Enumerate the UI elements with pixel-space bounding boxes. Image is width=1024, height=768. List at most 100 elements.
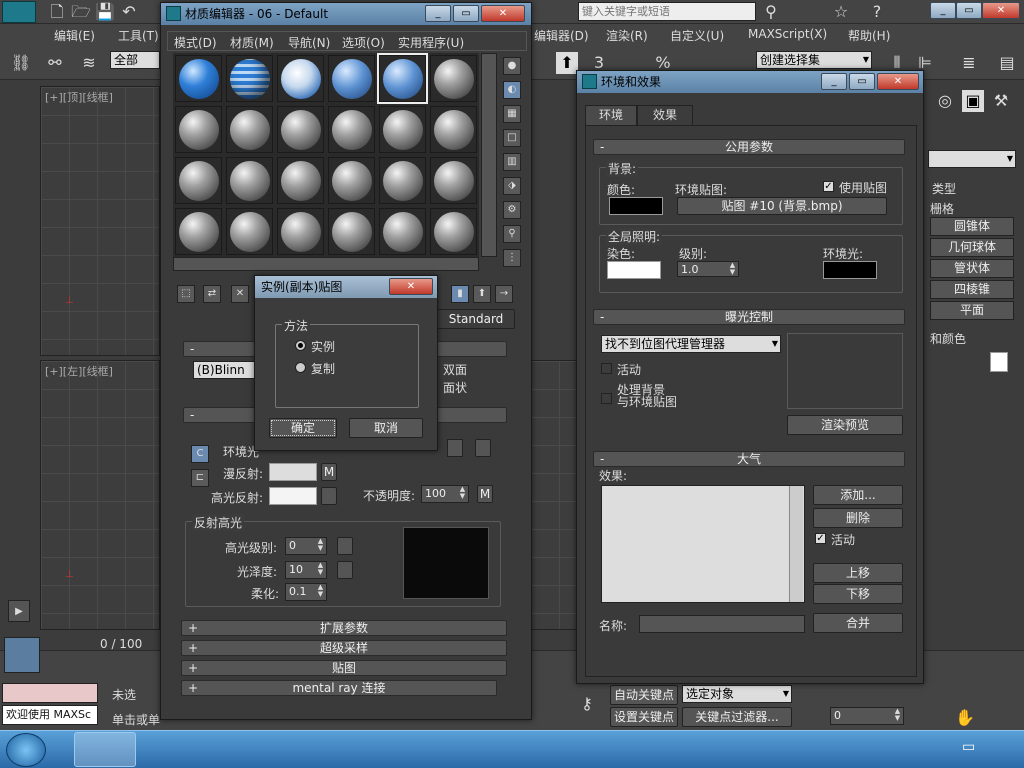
me-menu-navigation[interactable]: 导航(N) [288, 34, 330, 51]
effects-listbox-scrollbar[interactable] [789, 486, 803, 602]
sample-slot[interactable] [430, 106, 477, 153]
sample-slot-active[interactable] [377, 53, 428, 104]
get-material-icon[interactable]: ⬚ [177, 285, 195, 303]
delete-effect-button[interactable]: 删除 [813, 508, 903, 528]
use-map-checkbox[interactable]: ✓ [823, 181, 834, 192]
select-object-icon[interactable]: ⬆ [556, 52, 578, 74]
spec-level-map-button[interactable] [337, 537, 353, 555]
star-icon[interactable]: ☆ [830, 1, 852, 23]
move-up-button[interactable]: 上移 [813, 563, 903, 583]
bind-icon[interactable]: ≋ [78, 52, 100, 74]
sample-slot[interactable] [277, 106, 324, 153]
help-icon[interactable]: ? [866, 1, 888, 23]
merge-button[interactable]: 合并 [813, 613, 903, 633]
select-by-material-icon[interactable]: ⚲ [503, 225, 521, 243]
material-editor-titlebar[interactable]: 材质编辑器 - 06 - Default _ ▭ ✕ [161, 3, 531, 25]
common-params-rollout[interactable]: - 公用参数 [593, 139, 905, 155]
sample-slot[interactable] [277, 55, 324, 102]
maxscript-listener[interactable]: 欢迎使用 MAXSc [2, 705, 98, 725]
env-maximize-button[interactable]: ▭ [849, 73, 875, 90]
menu-customize[interactable]: 自定义(U) [670, 27, 724, 44]
sample-slot[interactable] [277, 157, 324, 204]
sample-slot[interactable] [328, 208, 375, 255]
menu-editors[interactable]: 编辑器(D) [534, 27, 589, 44]
soften-spinner[interactable]: 0.1 ▲ ▼ [285, 583, 327, 601]
effect-name-input[interactable] [639, 615, 805, 633]
add-effect-button[interactable]: 添加... [813, 485, 903, 505]
menu-rendering[interactable]: 渲染(R) [606, 27, 648, 44]
taskbar-3dsmax-icon[interactable] [74, 732, 136, 767]
self-illum-spinner[interactable] [447, 439, 463, 457]
env-minimize-button[interactable]: _ [821, 73, 847, 90]
material-type-button[interactable]: Standard [437, 309, 515, 329]
menu-help[interactable]: 帮助(H) [848, 27, 890, 44]
binoculars-icon[interactable]: ⚲ [760, 1, 782, 23]
hammer-icon[interactable]: ⚒ [990, 90, 1012, 112]
monitor-icon[interactable]: ▣ [962, 90, 984, 112]
sample-slot[interactable] [379, 208, 426, 255]
display-icon[interactable]: ◎ [934, 90, 956, 112]
main-close-button[interactable]: ✕ [982, 2, 1020, 19]
hand-pan-icon[interactable]: ✋ [954, 707, 976, 729]
move-down-button[interactable]: 下移 [813, 584, 903, 604]
lock-ambient-icon[interactable]: C [191, 445, 209, 463]
background-icon[interactable]: ▦ [503, 105, 521, 123]
env-close-button[interactable]: ✕ [877, 73, 919, 90]
video-color-icon[interactable]: ▥ [503, 153, 521, 171]
extended-params-rollout[interactable]: + 扩展参数 [181, 620, 507, 636]
sample-slot[interactable] [226, 106, 273, 153]
env-map-button[interactable]: 贴图 #10 (背景.bmp) [677, 197, 887, 215]
reset-map-icon[interactable]: ✕ [231, 285, 249, 303]
link-icon[interactable]: ⛓ [10, 52, 32, 74]
ambient-color-swatch[interactable] [823, 261, 877, 279]
viewport-left[interactable]: [+][左][线框] ⊥ [40, 360, 160, 630]
undo-icon[interactable]: ↶ [118, 1, 140, 23]
object-color-swatch[interactable] [990, 352, 1008, 372]
bg-color-swatch[interactable] [609, 197, 663, 215]
exposure-control-rollout[interactable]: - 曝光控制 [593, 309, 905, 325]
specular-map-button[interactable] [321, 487, 337, 505]
material-navigator-icon[interactable]: ⋮ [503, 249, 521, 267]
supersampling-rollout[interactable]: + 超级采样 [181, 640, 507, 656]
plane-button[interactable]: 平面 [930, 301, 1014, 320]
start-button[interactable] [6, 733, 46, 767]
tab-environment[interactable]: 环境 [585, 105, 637, 125]
sample-slot[interactable] [175, 106, 222, 153]
glossiness-map-button[interactable] [337, 561, 353, 579]
sample-slot[interactable] [379, 157, 426, 204]
layer-icon[interactable]: ≣ [958, 52, 980, 74]
options-icon[interactable]: ⚙ [503, 201, 521, 219]
tint-color-swatch[interactable] [607, 261, 661, 279]
maps-rollout[interactable]: + 贴图 [181, 660, 507, 676]
sample-slot[interactable] [328, 106, 375, 153]
main-minimize-button[interactable]: _ [930, 2, 956, 19]
sample-slot[interactable] [277, 208, 324, 255]
cancel-button[interactable]: 取消 [349, 418, 423, 438]
atmosphere-active-checkbox[interactable]: ✓ [815, 533, 826, 544]
sample-slot[interactable] [430, 157, 477, 204]
opacity-map-button[interactable]: M [477, 485, 493, 503]
tab-effects[interactable]: 效果 [637, 105, 693, 125]
show-desktop-icon[interactable]: ▭ [962, 739, 975, 755]
shader-dropdown[interactable]: (B)Blinn [193, 361, 257, 379]
play-arrow-icon[interactable]: ▶ [8, 600, 30, 622]
me-close-button[interactable]: ✕ [481, 5, 525, 22]
level-spinner[interactable]: 1.0 ▲ ▼ [677, 261, 739, 277]
sample-slot[interactable] [379, 106, 426, 153]
viewport-top[interactable]: [+][顶][线框] ⊥ [40, 86, 160, 356]
selection-filter-dropdown[interactable]: 全部 [110, 51, 160, 69]
spec-level-spinner[interactable]: 0 ▲ ▼ [285, 537, 327, 555]
menu-maxscript[interactable]: MAXScript(X) [748, 27, 827, 41]
named-selection-dropdown[interactable]: 创建选择集 ▼ [756, 51, 872, 69]
command-panel-dropdown[interactable]: ▼ [928, 150, 1016, 168]
atmosphere-rollout[interactable]: - 大气 [593, 451, 905, 467]
backlight-icon[interactable]: ◐ [503, 81, 521, 99]
lock-diffuse-icon[interactable]: ⊏ [191, 469, 209, 487]
tube-button[interactable]: 管状体 [930, 259, 1014, 278]
opacity-spinner[interactable]: 100 ▲ ▼ [421, 485, 469, 503]
sample-slot[interactable] [226, 157, 273, 204]
menu-edit[interactable]: 编辑(E) [54, 27, 95, 44]
assign-material-icon[interactable]: ⇄ [203, 285, 221, 303]
open-file-icon[interactable]: 🗁 [70, 1, 92, 23]
sample-slots-hscrollbar[interactable] [173, 257, 479, 271]
